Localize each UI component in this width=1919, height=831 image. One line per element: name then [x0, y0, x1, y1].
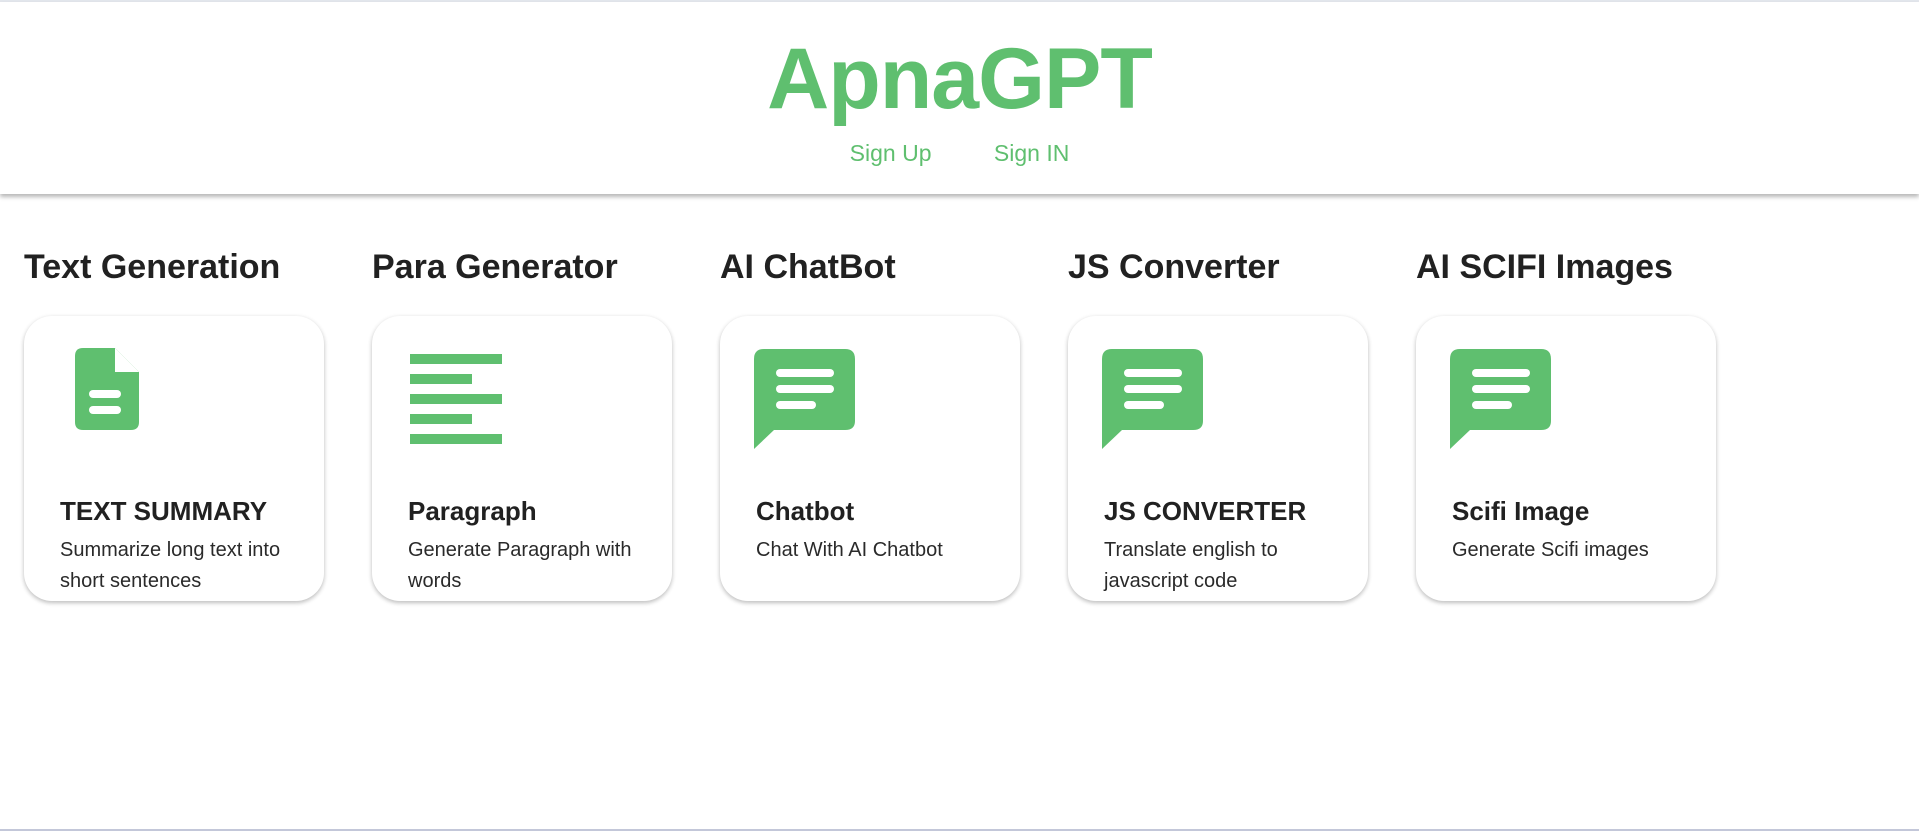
card-heading: Paragraph [408, 496, 537, 526]
feature-title: Para Generator [372, 248, 618, 286]
sign-up-link[interactable]: Sign Up [850, 140, 932, 166]
chat-bubble-icon [1450, 349, 1551, 449]
feature-title: AI ChatBot [720, 248, 896, 286]
card-heading: TEXT SUMMARY [60, 496, 268, 526]
feature-card-scifi-image[interactable]: Scifi Image Generate Scifi images [1416, 316, 1716, 601]
feature-title: JS Converter [1068, 248, 1280, 286]
app-header: ApnaGPT Sign Up Sign IN [0, 2, 1919, 194]
card-description: Chat With AI Chatbot [756, 539, 943, 561]
feature-card-text-summary[interactable]: TEXT SUMMARY Summarize long text into sh… [24, 316, 324, 601]
auth-nav: Sign Up Sign IN [0, 138, 1919, 168]
feature-card-paragraph[interactable]: Paragraph Generate Paragraph with words [372, 316, 672, 601]
chat-bubble-icon [1102, 349, 1203, 449]
document-icon [75, 348, 139, 430]
card-description: Generate Paragraph with words [408, 539, 632, 592]
page: ApnaGPT Sign Up Sign IN Text Generation … [0, 0, 1919, 831]
card-heading: Chatbot [756, 496, 855, 526]
feature-card-chatbot[interactable]: Chatbot Chat With AI Chatbot [720, 316, 1020, 601]
card-heading: JS CONVERTER [1104, 496, 1307, 526]
chat-bubble-icon [754, 349, 855, 449]
card-description: Summarize long text into short sentences [60, 539, 281, 592]
feature-title: Text Generation [24, 248, 281, 286]
paragraph-lines-icon [410, 354, 502, 444]
card-description: Translate english to javascript code [1104, 539, 1278, 592]
brand-logo-title[interactable]: ApnaGPT [0, 29, 1919, 129]
feature-title: AI SCIFI Images [1416, 248, 1673, 286]
feature-card-js-converter[interactable]: JS CONVERTER Translate english to javasc… [1068, 316, 1368, 601]
card-description: Generate Scifi images [1452, 539, 1649, 561]
card-heading: Scifi Image [1452, 496, 1590, 526]
sign-in-link[interactable]: Sign IN [994, 140, 1069, 166]
